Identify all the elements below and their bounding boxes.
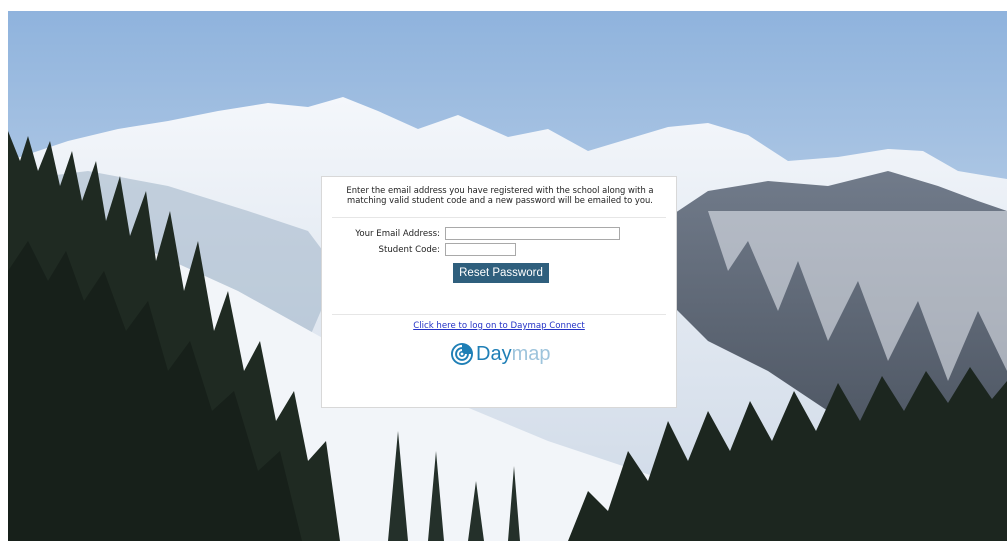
daymap-logo: Daymap xyxy=(450,341,550,367)
password-reset-panel: Enter the email address you have registe… xyxy=(321,176,677,408)
reset-password-button[interactable]: Reset Password xyxy=(453,263,549,283)
student-code-field[interactable] xyxy=(445,243,516,256)
login-link[interactable]: Click here to log on to Daymap Connect xyxy=(322,321,676,331)
divider-bottom xyxy=(332,314,666,315)
divider-top xyxy=(332,217,666,218)
email-field[interactable] xyxy=(445,227,620,240)
instructions-text: Enter the email address you have registe… xyxy=(346,185,654,205)
page: Enter the email address you have registe… xyxy=(0,0,1007,541)
student-code-label: Student Code: xyxy=(378,245,440,255)
logo-wordmark: Daymap xyxy=(476,342,551,365)
daymap-swirl-icon xyxy=(451,343,473,365)
email-label: Your Email Address: xyxy=(355,229,440,239)
